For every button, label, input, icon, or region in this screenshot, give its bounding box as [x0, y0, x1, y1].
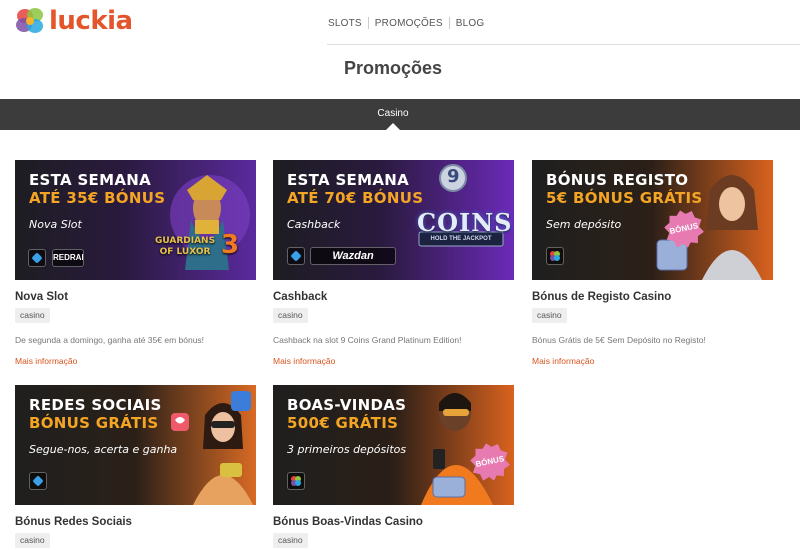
header-divider — [327, 44, 800, 45]
nav-blog[interactable]: BLOG — [456, 18, 485, 29]
promo-banner[interactable]: REDES SOCIAIS BÓNUS GRÁTIS Segue-nos, ac… — [15, 385, 256, 505]
category-tag: casino — [273, 308, 308, 323]
banner-heading: REDES SOCIAIS — [29, 396, 162, 414]
category-tab-bar: Casino — [0, 99, 800, 130]
provider-logo: Wazdan — [310, 247, 396, 265]
promo-card-boas-vindas: BÓNUS BOAS-VINDAS 500€ GRÁTIS 3 primeiro… — [273, 385, 514, 548]
nav-separator — [367, 17, 369, 29]
game-logo-caption: HOLD THE JACKPOT — [430, 236, 492, 242]
card-title[interactable]: Nova Slot — [15, 291, 68, 303]
banner-subtitle: Segue-nos, acerta e ganha — [29, 443, 178, 456]
page-title: Promoções — [343, 58, 443, 78]
promo-banner[interactable]: ESTA SEMANA ATÉ 35€ BÓNUS Nova Slot GUAR… — [15, 160, 256, 280]
banner-subtitle: 3 primeiros depósitos — [287, 443, 407, 456]
casino-tag-icon — [287, 247, 305, 265]
luckia-logo[interactable]: luckia — [14, 6, 133, 36]
card-description: De segunda a domingo, ganha até 35€ em b… — [15, 335, 205, 345]
banner-offer: 5€ BÓNUS GRÁTIS — [546, 189, 703, 207]
promo-card-registo: BÓNUS BÓNUS REGISTO 5€ BÓNUS GRÁTIS Sem … — [532, 160, 773, 366]
game-logo-text: GUARDIANS OF LUXOR — [154, 236, 216, 257]
card-title[interactable]: Bónus Redes Sociais — [15, 516, 132, 528]
banner-offer: BÓNUS GRÁTIS — [29, 414, 159, 432]
multicolor-badge-icon — [287, 472, 305, 490]
card-title[interactable]: Bónus Boas-Vindas Casino — [273, 516, 423, 528]
category-tag: casino — [15, 533, 50, 548]
banner-offer: 500€ GRÁTIS — [287, 414, 399, 432]
nav-separator — [448, 17, 450, 29]
banner-heading: ESTA SEMANA — [29, 171, 151, 189]
promo-banner[interactable]: ESTA SEMANA ATÉ 70€ BÓNUS Cashback 9 COI… — [273, 160, 514, 280]
main-nav: SLOTS PROMOÇÕES BLOG — [328, 17, 484, 29]
casino-tag-icon — [28, 249, 46, 267]
more-info-link[interactable]: Mais informação — [273, 356, 335, 366]
card-description: Cashback na slot 9 Coins Grand Platinum … — [273, 335, 462, 345]
provider-logo: REDRAKE — [52, 249, 84, 267]
promo-banner[interactable]: BÓNUS BÓNUS REGISTO 5€ BÓNUS GRÁTIS Sem … — [532, 160, 773, 280]
logo-wordmark: luckia — [49, 6, 133, 36]
banner-heading: ESTA SEMANA — [287, 171, 409, 189]
more-info-link[interactable]: Mais informação — [532, 356, 594, 366]
banner-offer: ATÉ 35€ BÓNUS — [29, 189, 166, 207]
more-info-link[interactable]: Mais informação — [15, 356, 77, 366]
casino-tag-icon — [29, 472, 47, 490]
multicolor-badge-icon — [546, 247, 564, 265]
card-title[interactable]: Bónus de Registo Casino — [532, 291, 671, 303]
promo-card-nova-slot: ESTA SEMANA ATÉ 35€ BÓNUS Nova Slot GUAR… — [15, 160, 256, 366]
banner-subtitle: Sem depósito — [546, 218, 622, 231]
banner-subtitle: Nova Slot — [29, 218, 82, 231]
category-tag: casino — [273, 533, 308, 548]
banner-heading: BÓNUS REGISTO — [546, 171, 689, 189]
game-logo-text: COINS — [417, 208, 513, 237]
card-title[interactable]: Cashback — [273, 291, 327, 303]
category-tag: casino — [532, 308, 567, 323]
promo-banner[interactable]: BÓNUS BOAS-VINDAS 500€ GRÁTIS 3 primeiro… — [273, 385, 514, 505]
promo-card-redes-sociais: REDES SOCIAIS BÓNUS GRÁTIS Segue-nos, ac… — [15, 385, 256, 548]
banner-subtitle: Cashback — [287, 218, 341, 231]
active-tab-caret — [386, 123, 400, 130]
nav-promocoes[interactable]: PROMOÇÕES — [375, 18, 443, 29]
banner-heading: BOAS-VINDAS — [287, 396, 407, 414]
clover-logo-icon — [14, 6, 46, 36]
top-header: luckia SLOTS PROMOÇÕES BLOG — [0, 0, 800, 45]
game-logo-number: 9 — [447, 166, 460, 187]
nav-slots[interactable]: SLOTS — [328, 18, 362, 29]
promo-card-cashback: ESTA SEMANA ATÉ 70€ BÓNUS Cashback 9 COI… — [273, 160, 514, 366]
card-description: Bónus Grátis de 5€ Sem Depósito no Regis… — [532, 335, 706, 345]
game-logo-number: 3 — [221, 230, 240, 260]
banner-offer: ATÉ 70€ BÓNUS — [287, 189, 424, 207]
category-tag: casino — [15, 308, 50, 323]
